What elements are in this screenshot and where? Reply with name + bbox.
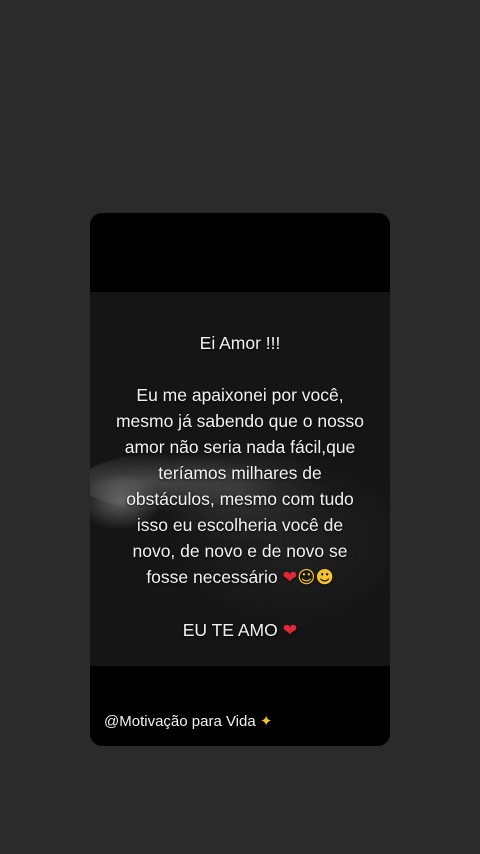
face-holding-tears-icon: ☺: [297, 568, 316, 588]
story-text: Ei Amor !!! Eu me apaixonei por você, me…: [90, 330, 390, 644]
watermark: @Motivação para Vida ✦: [104, 711, 272, 732]
red-heart-icon: ❤: [282, 568, 298, 588]
story-line: obstáculos, mesmo com tudo: [126, 489, 354, 509]
story-line-last: fosse necessário ❤☺☻: [90, 564, 390, 591]
story-line: Eu me apaixonei por você,: [136, 385, 344, 405]
screen-background: Ei Amor !!! Eu me apaixonei por você, me…: [0, 0, 480, 854]
watermark-text: @Motivação para Vida: [104, 713, 256, 730]
sparkle-icon: ✦: [259, 712, 273, 730]
story-line: isso eu escolheria você de: [136, 515, 344, 535]
story-line: mesmo já sabendo que o nosso: [115, 411, 365, 431]
story-card[interactable]: Ei Amor !!! Eu me apaixonei por você, me…: [90, 213, 390, 746]
closing-text: EU TE AMO: [182, 620, 278, 640]
story-line: fosse necessário: [146, 567, 278, 587]
story-line: novo, de novo e de novo se: [132, 541, 348, 561]
closing-line: EU TE AMO ❤: [90, 617, 390, 644]
story-title: Ei Amor !!!: [199, 333, 281, 353]
story-line: teríamos milhares de: [158, 463, 322, 483]
smiling-face-with-hearts-icon: ☻: [315, 568, 334, 588]
red-heart-icon: ❤: [282, 621, 298, 641]
story-line: amor não seria nada fácil,que: [124, 437, 356, 457]
